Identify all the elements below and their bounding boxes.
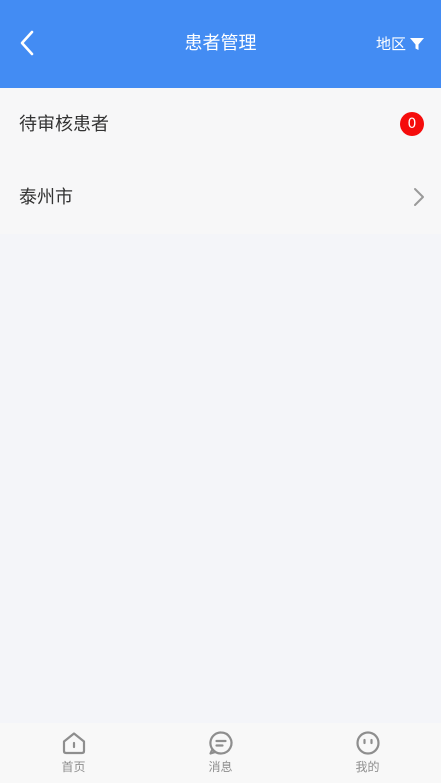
profile-face-icon xyxy=(355,731,380,755)
chevron-right-icon xyxy=(414,188,424,206)
region-filter-label: 地区 xyxy=(375,35,406,53)
tab-label: 首页 xyxy=(61,760,86,774)
home-icon xyxy=(62,732,85,755)
tab-label: 我的 xyxy=(355,760,380,774)
tab-label: 消息 xyxy=(208,760,233,774)
tab-messages[interactable]: 消息 xyxy=(147,723,294,783)
tab-home[interactable]: 首页 xyxy=(0,723,147,783)
region-filter-button[interactable]: 地区 xyxy=(376,33,425,55)
pending-count-badge: 0 xyxy=(400,112,424,136)
list-item-region[interactable]: 泰州市 xyxy=(0,161,441,234)
filter-funnel-icon xyxy=(409,36,425,52)
top-navigation-bar: 患者管理 地区 xyxy=(0,0,441,88)
bottom-tab-bar: 首页 消息 我的 xyxy=(0,723,441,783)
message-icon xyxy=(208,731,233,755)
list-item-pending-patients[interactable]: 待审核患者 0 xyxy=(0,88,441,161)
page-title: 患者管理 xyxy=(184,33,257,54)
list-item-label: 待审核患者 xyxy=(19,114,109,135)
tab-profile[interactable]: 我的 xyxy=(294,723,441,783)
patient-category-list: 待审核患者 0 泰州市 xyxy=(0,88,441,234)
list-item-label: 泰州市 xyxy=(19,187,73,208)
